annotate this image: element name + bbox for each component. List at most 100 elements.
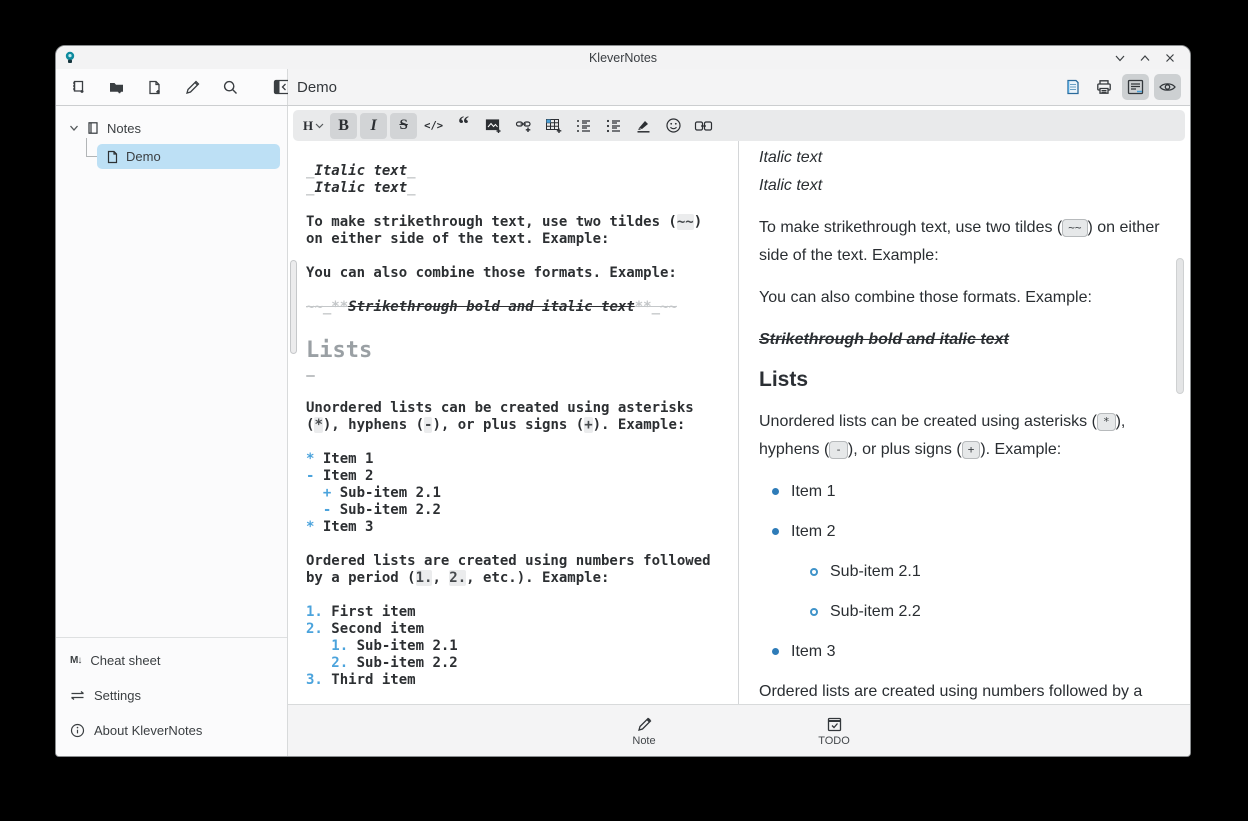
editor-line: 1. First item: [306, 604, 730, 621]
list-bullet-icon: [810, 568, 818, 576]
editor-scrollbar[interactable]: [290, 260, 297, 354]
heading-button[interactable]: H: [300, 113, 327, 139]
editor-line: by a period (1., 2., etc.). Example:: [306, 570, 730, 587]
about-label: About KleverNotes: [94, 723, 202, 738]
markdown-editor[interactable]: _Italic text__Italic text_ To make strik…: [288, 141, 738, 704]
highlight-button[interactable]: [630, 113, 657, 139]
tab-todo-label: TODO: [818, 735, 850, 747]
link-button[interactable]: [510, 113, 537, 139]
table-button[interactable]: [540, 113, 567, 139]
markdown-icon: M↓: [70, 655, 81, 666]
note-title: Demo: [297, 79, 337, 96]
editor-line: * Item 1: [306, 451, 730, 468]
editor-line: 3. Third item: [306, 672, 730, 689]
preview-paragraph: You can also combine those formats. Exam…: [759, 284, 1160, 312]
editor-blank-line: [306, 197, 730, 214]
editor-line: + Sub-item 2.1: [306, 485, 730, 502]
chevron-down-icon: [315, 121, 324, 130]
editor-blank-line: [306, 536, 730, 553]
preview-list-item: Item 1: [759, 478, 1160, 506]
editor-line: 2. Sub-item 2.2: [306, 655, 730, 672]
tab-todo[interactable]: TODO: [739, 714, 929, 747]
sliders-icon: [70, 689, 85, 702]
preview-eye-icon[interactable]: [1154, 74, 1181, 100]
new-notebook-icon[interactable]: [66, 75, 91, 100]
chevron-down-icon: [69, 123, 79, 133]
pencil-icon: [636, 716, 653, 733]
close-icon[interactable]: [1162, 50, 1178, 66]
list-bullet-icon: [772, 488, 779, 495]
cheat-sheet-button[interactable]: M↓ Cheat sheet: [56, 643, 287, 678]
editor-heading-marker: [306, 369, 730, 383]
info-icon: [70, 723, 85, 738]
tab-note-label: Note: [632, 735, 655, 747]
about-button[interactable]: About KleverNotes: [56, 713, 287, 748]
editor-line: Unordered lists can be created using ast…: [306, 400, 730, 417]
note-header: Demo: [288, 69, 1190, 105]
notes-tree: Notes Demo: [56, 106, 287, 170]
editor-layout-icon[interactable]: [1122, 74, 1149, 100]
editor-line: - Sub-item 2.2: [306, 502, 730, 519]
rename-icon[interactable]: [180, 75, 205, 100]
editor-blank-line: [306, 282, 730, 299]
editor-line: on either side of the text. Example:: [306, 231, 730, 248]
editor-line: To make strikethrough text, use two tild…: [306, 214, 730, 231]
editor-line: You can also combine those formats. Exam…: [306, 265, 730, 282]
preview-list-item: Item 2: [759, 518, 1160, 546]
italic-button[interactable]: I: [360, 113, 387, 139]
editor-blank-line: [306, 316, 730, 333]
editor-line: (*), hyphens (-), or plus signs (+). Exa…: [306, 417, 730, 434]
editor-line: _Italic text_: [306, 180, 730, 197]
klevernotes-window: KleverNotes: [55, 45, 1191, 757]
todo-icon: [826, 716, 843, 733]
window-title: KleverNotes: [56, 51, 1190, 65]
strikethrough-button[interactable]: S: [390, 113, 417, 139]
preview-scrollbar[interactable]: [1176, 258, 1184, 394]
maximize-icon[interactable]: [1137, 50, 1153, 66]
preview-paragraph: Italic textItalic text: [759, 144, 1160, 200]
titlebar[interactable]: KleverNotes: [56, 46, 1190, 69]
settings-label: Settings: [94, 688, 141, 703]
editor-line: 2. Second item: [306, 621, 730, 638]
editor-line: Ordered lists are created using numbers …: [306, 553, 730, 570]
preview-list-item: Item 3: [759, 638, 1160, 666]
editor-blank-line: [306, 587, 730, 604]
tree-item-label: Demo: [126, 149, 161, 164]
editor-line: * Item 3: [306, 519, 730, 536]
tree-item-label: Notes: [107, 121, 141, 136]
editor-content: _Italic text__Italic text_ To make strik…: [306, 163, 730, 689]
new-note-icon[interactable]: [142, 75, 167, 100]
format-toolbar: H B I S </> “: [293, 110, 1185, 141]
editor-blank-line: [306, 434, 730, 451]
sidebar-footer: M↓ Cheat sheet Settings About KleverNote…: [56, 637, 287, 756]
mode-bar: Note TODO: [288, 704, 1190, 756]
app-icon: [64, 51, 76, 64]
editor-blank-line: [306, 248, 730, 265]
print-icon[interactable]: [1091, 74, 1117, 100]
preview-paragraph: To make strikethrough text, use two tild…: [759, 214, 1160, 270]
cheat-sheet-label: Cheat sheet: [90, 653, 160, 668]
tree-branch-line: [86, 138, 97, 157]
ordered-list-button[interactable]: [570, 113, 597, 139]
list-bullet-icon: [772, 528, 779, 535]
search-icon[interactable]: [218, 75, 243, 100]
editor-line: - Item 2: [306, 468, 730, 485]
editor-blank-line: [306, 383, 730, 400]
editor-heading: Lists: [306, 333, 730, 369]
preview-heading: Lists: [759, 368, 1160, 392]
tree-item-demo[interactable]: Demo: [97, 144, 280, 169]
image-button[interactable]: [480, 113, 507, 139]
editor-line: _Italic text_: [306, 163, 730, 180]
linked-note-button[interactable]: [690, 113, 717, 139]
quote-button[interactable]: “: [450, 113, 477, 139]
minimize-icon[interactable]: [1112, 50, 1128, 66]
sidebar-toolbar: [56, 69, 288, 105]
code-button[interactable]: </>: [420, 113, 447, 139]
bold-button[interactable]: B: [330, 113, 357, 139]
settings-button[interactable]: Settings: [56, 678, 287, 713]
document-icon[interactable]: [1060, 74, 1086, 100]
emoji-button[interactable]: [660, 113, 687, 139]
unordered-list-button[interactable]: [600, 113, 627, 139]
tab-note[interactable]: Note: [549, 714, 739, 747]
new-folder-icon[interactable]: [104, 75, 129, 100]
